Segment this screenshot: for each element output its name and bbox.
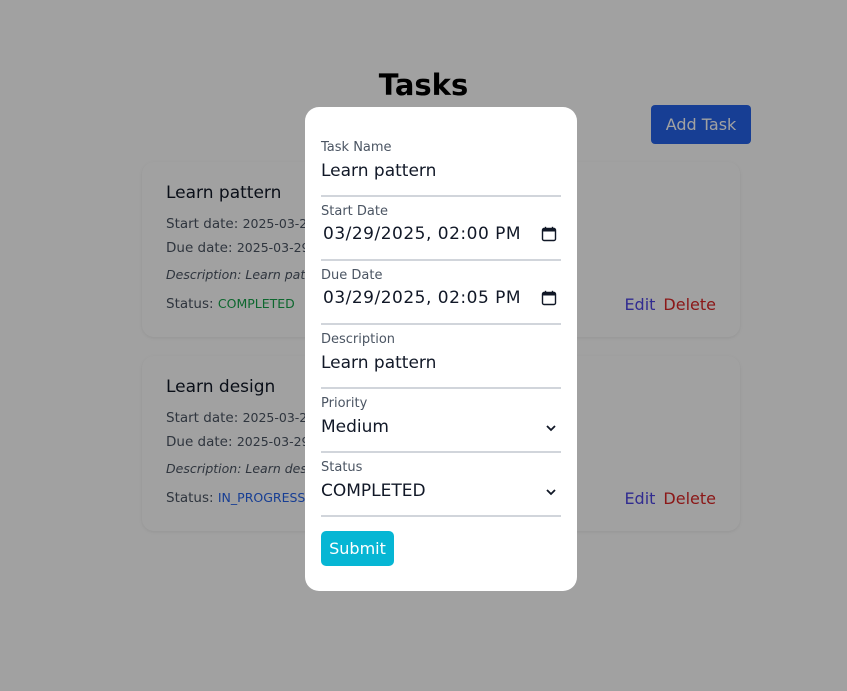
start-date-label: Start Date	[321, 204, 388, 219]
status-value[interactable]: COMPLETED	[321, 481, 426, 501]
status-label: Status	[321, 460, 363, 475]
task-name-field[interactable]: Task Name Learn pattern	[321, 140, 561, 197]
priority-value[interactable]: Medium	[321, 417, 389, 437]
start-date-field[interactable]: Start Date 03/29/2025, 02:00 PM	[321, 204, 561, 261]
task-name-label: Task Name	[321, 140, 392, 155]
description-field[interactable]: Description Learn pattern	[321, 332, 561, 389]
calendar-icon[interactable]	[541, 226, 557, 242]
due-date-field[interactable]: Due Date 03/29/2025, 02:05 PM	[321, 268, 561, 325]
task-name-input[interactable]: Learn pattern	[321, 161, 436, 181]
description-label: Description	[321, 332, 396, 347]
status-select[interactable]: Status COMPLETED	[321, 460, 561, 517]
chevron-down-icon	[546, 489, 556, 496]
description-input[interactable]: Learn pattern	[321, 353, 436, 373]
due-date-input[interactable]: 03/29/2025, 02:05 PM	[323, 288, 521, 308]
priority-select[interactable]: Priority Medium	[321, 396, 561, 453]
submit-button[interactable]: Submit	[321, 531, 394, 566]
priority-label: Priority	[321, 396, 368, 411]
task-form-modal: Task Name Learn pattern Start Date 03/29…	[305, 107, 577, 591]
due-date-label: Due Date	[321, 268, 383, 283]
calendar-icon[interactable]	[541, 290, 557, 306]
start-date-input[interactable]: 03/29/2025, 02:00 PM	[323, 224, 521, 244]
chevron-down-icon	[546, 425, 556, 432]
